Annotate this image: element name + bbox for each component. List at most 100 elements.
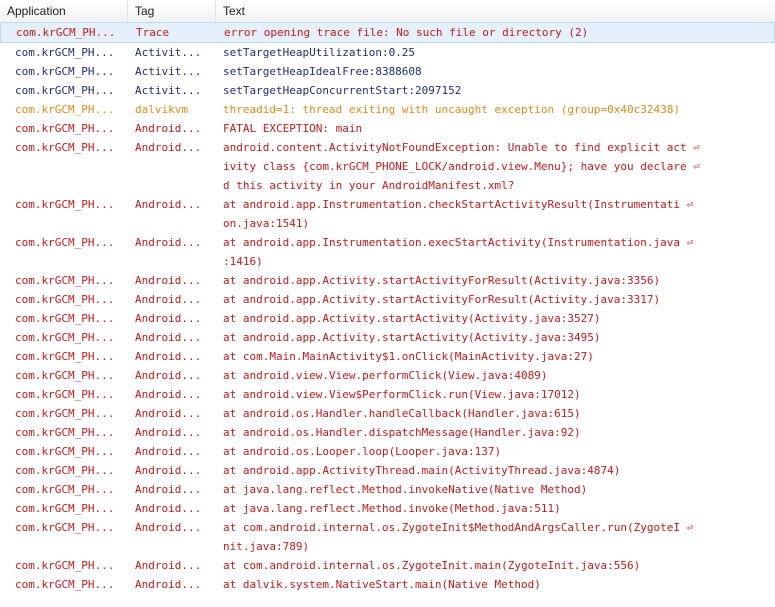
log-row[interactable]: com.krGCM_PH... Activit... setTargetHeapId… <box>0 62 775 81</box>
log-text-line: on.java:1541) <box>223 217 310 230</box>
log-application: com.krGCM_PH... <box>15 293 115 306</box>
column-header-text[interactable]: Text <box>216 0 775 23</box>
log-row[interactable]: com.krGCM_PH... Android... at android.app.… <box>0 309 775 328</box>
log-tag: Android... <box>135 293 202 306</box>
log-text-line: at java.lang.reflect.Method.invoke(Metho… <box>223 502 561 515</box>
log-tag: Android... <box>135 350 202 363</box>
log-text-line: at android.app.ActivityThread.main(Activ… <box>223 464 621 477</box>
log-tag: Android... <box>135 445 202 458</box>
log-text-line: android.content.ActivityNotFoundExceptio… <box>223 141 700 154</box>
log-tag: Trace <box>136 26 170 39</box>
log-tag: Android... <box>135 141 202 154</box>
log-tag: dalvikvm <box>135 103 188 116</box>
log-row[interactable]: com.krGCM_PH... Android... at android.app.… <box>0 290 775 309</box>
log-text-line: at android.app.Activity.startActivity(Ac… <box>223 331 601 344</box>
log-tag: Android... <box>135 559 202 572</box>
log-text-line: d this activity in your AndroidManifest.… <box>223 179 515 192</box>
log-text-line: at android.os.Looper.loop(Looper.java:13… <box>223 445 502 458</box>
log-row[interactable]: com.krGCM_PH... Android... at android.view… <box>0 385 775 404</box>
log-text-line: FATAL EXCEPTION: main <box>223 122 363 135</box>
log-text-line: threadid=1: thread exiting with uncaught… <box>223 103 680 116</box>
log-text-line: nit.java:789) <box>223 540 310 553</box>
log-tag: Android... <box>135 369 202 382</box>
log-text-line: at android.view.View$PerformClick.run(Vi… <box>223 388 581 401</box>
log-text-line: at android.view.View.performClick(View.j… <box>223 369 548 382</box>
log-tag: Android... <box>135 331 202 344</box>
log-tag: Android... <box>135 521 202 534</box>
log-text-line: at java.lang.reflect.Method.invokeNative… <box>223 483 588 496</box>
log-application: com.krGCM_PH... <box>15 46 115 59</box>
log-row[interactable]: com.krGCM_PH... Android... android.content… <box>0 138 775 195</box>
log-application: com.krGCM_PH... <box>15 407 115 420</box>
log-application: com.krGCM_PH... <box>15 578 115 591</box>
log-row[interactable]: com.krGCM_PH... Android... at android.app.… <box>0 233 775 271</box>
log-application: com.krGCM_PH... <box>15 65 115 78</box>
log-text-line: at dalvik.system.NativeStart.main(Native… <box>223 578 541 591</box>
log-tag: Android... <box>135 388 202 401</box>
log-text-line: at android.os.Handler.dispatchMessage(Ha… <box>223 426 581 439</box>
log-row[interactable]: com.krGCM_PH... Android... at android.view… <box>0 366 775 385</box>
log-tag: Android... <box>135 407 202 420</box>
log-text-line: at com.Main.MainActivity$1.onClick(MainA… <box>223 350 594 363</box>
log-tag: Android... <box>135 236 202 249</box>
log-row[interactable]: com.krGCM_PH... Android... at com.Main.Mai… <box>0 347 775 366</box>
log-tag: Android... <box>135 274 202 287</box>
log-row[interactable]: com.krGCM_PH... Android... at android.os.H… <box>0 404 775 423</box>
log-text-line: at android.app.Activity.startActivityFor… <box>223 274 661 287</box>
column-header-application[interactable]: Application <box>0 0 128 23</box>
log-tag: Android... <box>135 122 202 135</box>
log-row[interactable]: com.krGCM_PH... Activit... setTargetHeapUt… <box>0 43 775 62</box>
log-row[interactable]: com.krGCM_PH... Android... at android.os.L… <box>0 442 775 461</box>
log-text-line: :1416) <box>223 255 263 268</box>
column-header-tag[interactable]: Tag <box>128 0 216 23</box>
log-application: com.krGCM_PH... <box>15 312 115 325</box>
log-application: com.krGCM_PH... <box>15 502 115 515</box>
log-row[interactable]: com.krGCM_PH... Android... at java.lang.re… <box>0 480 775 499</box>
log-application: com.krGCM_PH... <box>15 141 115 154</box>
log-tag: Activit... <box>135 84 202 97</box>
log-row[interactable]: com.krGCM_PH... Android... at com.android.… <box>0 518 775 556</box>
log-tag: Android... <box>135 198 202 211</box>
log-row[interactable]: com.krGCM_PH... Android... at android.app.… <box>0 195 775 233</box>
log-text-line: at android.app.Instrumentation.checkStar… <box>223 198 694 211</box>
log-text-line: at android.app.Activity.startActivityFor… <box>223 293 661 306</box>
log-row[interactable]: com.krGCM_PH... Android... at com.android.… <box>0 556 775 575</box>
log-application: com.krGCM_PH... <box>15 350 115 363</box>
log-text-line: at android.app.Instrumentation.execStart… <box>223 236 694 249</box>
log-application: com.krGCM_PH... <box>15 426 115 439</box>
log-text-line: ivity class {com.krGCM_PHONE_LOCK/androi… <box>223 160 700 173</box>
log-tag: Android... <box>135 483 202 496</box>
log-application: com.krGCM_PH... <box>15 483 115 496</box>
log-application: com.krGCM_PH... <box>15 236 115 249</box>
log-table-header: Application Tag Text <box>0 0 775 23</box>
log-row[interactable]: com.krGCM_PH... dalvikvm threadid=1: threa… <box>0 100 775 119</box>
log-application: com.krGCM_PH... <box>15 274 115 287</box>
log-text-line: setTargetHeapIdealFree:8388608 <box>223 65 422 78</box>
log-application: com.krGCM_PH... <box>15 198 115 211</box>
log-row[interactable]: com.krGCM_PH... Android... FATAL EXCEPTION… <box>0 119 775 138</box>
log-text-line: at com.android.internal.os.ZygoteInit.ma… <box>223 559 641 572</box>
log-application: com.krGCM_PH... <box>16 26 116 39</box>
log-tag: Android... <box>135 426 202 439</box>
log-row[interactable]: com.krGCM_PH... Trace error opening trace … <box>0 22 775 43</box>
log-tag: Activit... <box>135 65 202 78</box>
log-application: com.krGCM_PH... <box>15 464 115 477</box>
log-application: com.krGCM_PH... <box>15 369 115 382</box>
log-row[interactable]: com.krGCM_PH... Android... at android.app.… <box>0 271 775 290</box>
log-row[interactable]: com.krGCM_PH... Android... at dalvik.syste… <box>0 575 775 594</box>
log-tag: Android... <box>135 578 202 591</box>
log-row[interactable]: com.krGCM_PH... Android... at android.app.… <box>0 461 775 480</box>
log-row[interactable]: com.krGCM_PH... Android... at java.lang.re… <box>0 499 775 518</box>
log-application: com.krGCM_PH... <box>15 122 115 135</box>
log-row[interactable]: com.krGCM_PH... Android... at android.os.H… <box>0 423 775 442</box>
log-text-line: at android.os.Handler.handleCallback(Han… <box>223 407 581 420</box>
log-text-line: at android.app.Activity.startActivity(Ac… <box>223 312 601 325</box>
log-application: com.krGCM_PH... <box>15 84 115 97</box>
log-application: com.krGCM_PH... <box>15 388 115 401</box>
log-tag: Activit... <box>135 46 202 59</box>
log-row[interactable]: com.krGCM_PH... Activit... setTargetHeapCo… <box>0 81 775 100</box>
log-row[interactable]: com.krGCM_PH... Android... at android.app.… <box>0 328 775 347</box>
log-application: com.krGCM_PH... <box>15 445 115 458</box>
log-application: com.krGCM_PH... <box>15 103 115 116</box>
log-tag: Android... <box>135 312 202 325</box>
